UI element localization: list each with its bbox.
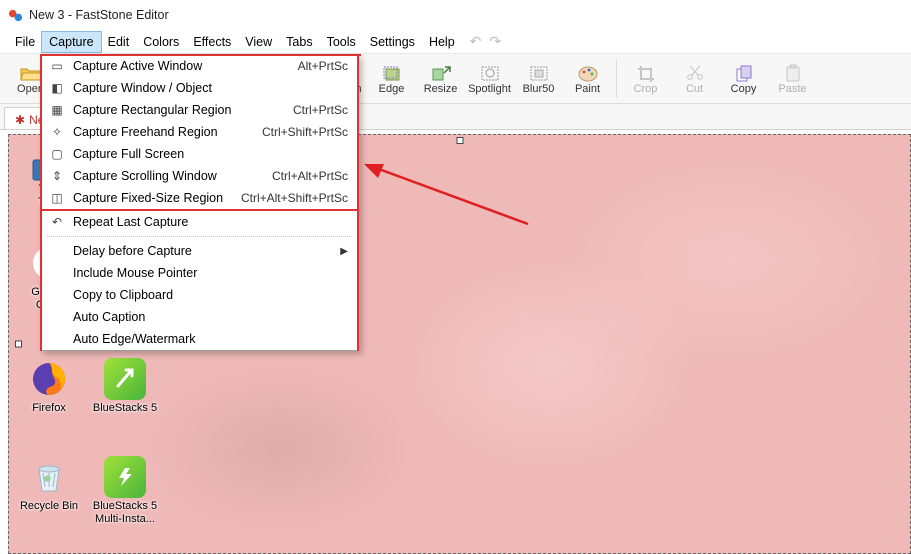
tab-dirty-indicator: ✱: [15, 113, 25, 127]
annotation-arrow: [358, 154, 538, 234]
menu-file[interactable]: File: [8, 32, 42, 52]
menu-settings[interactable]: Settings: [363, 32, 422, 52]
desktop-icon-firefox[interactable]: Firefox: [14, 358, 84, 415]
menu-repeat-last-capture[interactable]: ↶ Repeat Last Capture: [41, 211, 358, 233]
crop-button: Crop: [622, 55, 669, 103]
object-icon: ◧: [47, 81, 67, 95]
menu-delay-before-capture[interactable]: Delay before Capture ▶: [41, 240, 358, 262]
cut-button: Cut: [671, 55, 718, 103]
menu-capture-fixed-size[interactable]: ◫ Capture Fixed-Size Region Ctrl+Alt+Shi…: [41, 187, 358, 209]
desktop-icon-recyclebin[interactable]: Recycle Bin: [14, 456, 84, 513]
menu-capture[interactable]: Capture: [42, 32, 100, 52]
fullscreen-icon: ▢: [47, 147, 67, 161]
edge-button[interactable]: Edge: [368, 55, 415, 103]
app-logo-icon: [8, 8, 23, 23]
resize-icon: [430, 63, 452, 83]
menu-auto-caption[interactable]: Auto Caption: [41, 306, 358, 328]
desktop-icon-bluestacks-multi[interactable]: BlueStacks 5 Multi-Insta...: [90, 456, 160, 525]
paste-button: Paste: [769, 55, 816, 103]
copy-icon: [733, 63, 755, 83]
menu-view[interactable]: View: [238, 32, 279, 52]
menu-include-mouse-pointer[interactable]: Include Mouse Pointer: [41, 262, 358, 284]
desktop-icon-bluestacks[interactable]: BlueStacks 5: [90, 358, 160, 415]
copy-button[interactable]: Copy: [720, 55, 767, 103]
scissors-icon: [684, 63, 706, 83]
menu-capture-active-window[interactable]: ▭ Capture Active Window Alt+PrtSc: [41, 55, 358, 77]
menu-capture-window-object[interactable]: ◧ Capture Window / Object: [41, 77, 358, 99]
menu-capture-freehand[interactable]: ✧ Capture Freehand Region Ctrl+Shift+Prt…: [41, 121, 358, 143]
submenu-arrow-icon: ▶: [340, 246, 348, 257]
resize-handle-left[interactable]: [15, 341, 22, 348]
menu-copy-to-clipboard[interactable]: Copy to Clipboard: [41, 284, 358, 306]
spotlight-icon: [479, 63, 501, 83]
freehand-icon: ✧: [47, 125, 67, 139]
menu-auto-edge-watermark[interactable]: Auto Edge/Watermark: [41, 328, 358, 350]
blur-button[interactable]: Blur50: [515, 55, 562, 103]
menu-effects[interactable]: Effects: [186, 32, 238, 52]
repeat-icon: ↶: [47, 215, 67, 229]
undo-icon[interactable]: ↶: [470, 33, 482, 50]
paint-button[interactable]: Paint: [564, 55, 611, 103]
menu-colors[interactable]: Colors: [136, 32, 186, 52]
menu-tools[interactable]: Tools: [320, 32, 363, 52]
menu-bar: File Capture Edit Colors Effects View Ta…: [0, 30, 911, 54]
menu-capture-rectangular[interactable]: ▦ Capture Rectangular Region Ctrl+PrtSc: [41, 99, 358, 121]
menu-edit[interactable]: Edit: [101, 32, 137, 52]
capture-dropdown: ▭ Capture Active Window Alt+PrtSc ◧ Capt…: [40, 54, 359, 351]
scroll-icon: ⇕: [47, 169, 67, 183]
paint-palette-icon: [577, 63, 599, 83]
paste-icon: [782, 63, 804, 83]
open-folder-icon: [20, 63, 42, 83]
window-icon: ▭: [47, 59, 67, 73]
window-title: New 3 - FastStone Editor: [29, 8, 169, 22]
resize-handle-top[interactable]: [456, 137, 463, 144]
spotlight-button[interactable]: Spotlight: [466, 55, 513, 103]
blur-icon: [528, 63, 550, 83]
redo-icon[interactable]: ↷: [489, 33, 501, 50]
fixed-icon: ◫: [47, 191, 67, 205]
crop-icon: [635, 63, 657, 83]
menu-tabs[interactable]: Tabs: [279, 32, 319, 52]
menu-capture-fullscreen[interactable]: ▢ Capture Full Screen: [41, 143, 358, 165]
menu-help[interactable]: Help: [422, 32, 462, 52]
rect-icon: ▦: [47, 103, 67, 117]
edge-icon: [381, 63, 403, 83]
menu-capture-scrolling[interactable]: ⇕ Capture Scrolling Window Ctrl+Alt+PrtS…: [41, 165, 358, 187]
title-bar: New 3 - FastStone Editor: [0, 0, 911, 30]
resize-button[interactable]: Resize: [417, 55, 464, 103]
